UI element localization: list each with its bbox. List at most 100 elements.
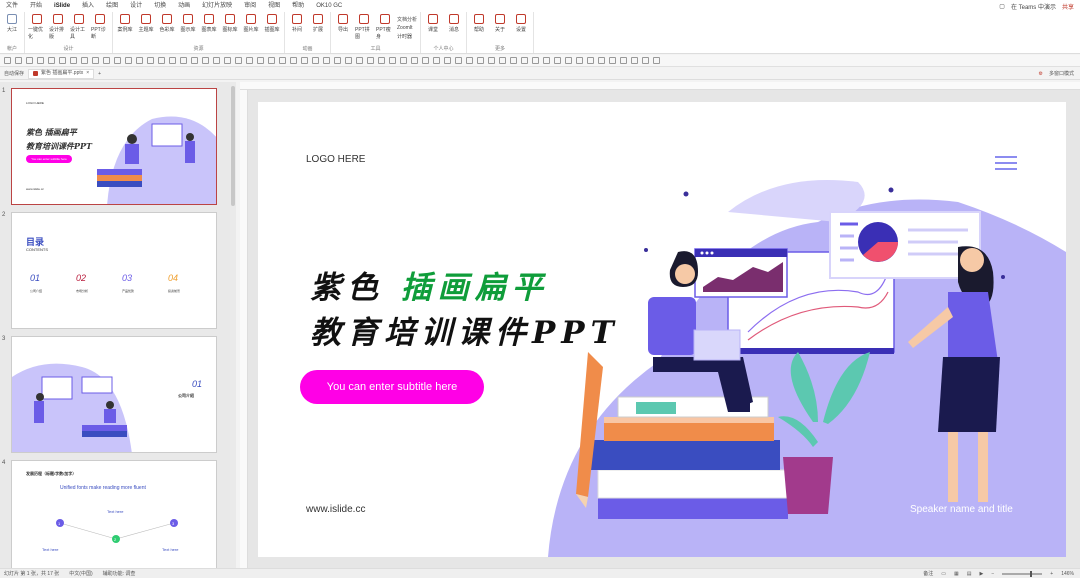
slide-thumbnail-4[interactable]: 发展历程（标题/字数/加字） Unified fonts make readin… [11, 460, 217, 568]
comment-icon[interactable]: ▢ [999, 3, 1005, 10]
teams-button[interactable]: 在 Teams 中演示 [1011, 2, 1056, 11]
slideshow-icon[interactable]: ▶ [980, 571, 984, 577]
menu-tab-0[interactable]: 文件 [0, 0, 24, 12]
slide-thumbnail-2[interactable]: 目录 CONTENTS 01 02 03 04 公司介绍 市场分析 产品优势 投… [11, 212, 217, 329]
ribbon-button[interactable]: 补间 [288, 14, 306, 33]
ribbon-button[interactable]: 图表库 [200, 14, 218, 33]
format-tool-icon[interactable] [565, 57, 572, 64]
sorter-view-icon[interactable]: ▦ [954, 571, 959, 577]
zoom-level[interactable]: 146% [1061, 571, 1074, 577]
format-tool-icon[interactable] [400, 57, 407, 64]
format-tool-icon[interactable] [422, 57, 429, 64]
format-tool-icon[interactable] [26, 57, 33, 64]
menu-tab-6[interactable]: 切换 [148, 0, 172, 12]
settings-icon[interactable]: ⚙ [1039, 71, 1043, 77]
format-tool-icon[interactable] [433, 57, 440, 64]
format-tool-icon[interactable] [136, 57, 143, 64]
menu-tab-4[interactable]: 绘图 [100, 0, 124, 12]
main-slide[interactable]: LOGO HERE 紫色 插画扁平 教育培训课件PPT You can ente… [258, 102, 1066, 557]
normal-view-icon[interactable]: ▭ [941, 571, 946, 577]
autosave-label[interactable]: 自动保存 [4, 70, 24, 77]
ribbon-button[interactable]: 关于 [491, 14, 509, 33]
share-button[interactable]: 共享 [1062, 2, 1074, 11]
format-tool-icon[interactable] [587, 57, 594, 64]
format-tool-icon[interactable] [576, 57, 583, 64]
format-tool-icon[interactable] [345, 57, 352, 64]
format-tool-icon[interactable] [477, 57, 484, 64]
menu-tab-12[interactable]: OK10 GC [310, 0, 348, 12]
ribbon-button[interactable]: 插图库 [263, 14, 281, 33]
format-tool-icon[interactable] [246, 57, 253, 64]
new-tab-icon[interactable]: + [98, 71, 101, 77]
ribbon-button[interactable]: PPT瘦身 [376, 14, 394, 40]
ribbon-button[interactable]: 设计排版 [49, 14, 67, 40]
format-tool-icon[interactable] [609, 57, 616, 64]
ribbon-small-button[interactable]: 计时器 [397, 33, 417, 40]
zoom-slider[interactable] [1002, 570, 1043, 577]
format-tool-icon[interactable] [257, 57, 264, 64]
format-tool-icon[interactable] [521, 57, 528, 64]
document-tab[interactable]: 紫色 插画扁平.pptx × [28, 68, 95, 79]
format-tool-icon[interactable] [620, 57, 627, 64]
format-tool-icon[interactable] [378, 57, 385, 64]
ribbon-button[interactable]: 大江 [3, 14, 21, 33]
zoom-in-icon[interactable]: + [1050, 571, 1053, 577]
menu-tab-11[interactable]: 帮助 [286, 0, 310, 12]
format-tool-icon[interactable] [323, 57, 330, 64]
format-tool-icon[interactable] [169, 57, 176, 64]
format-tool-icon[interactable] [356, 57, 363, 64]
menu-tab-1[interactable]: 开始 [24, 0, 48, 12]
format-tool-icon[interactable] [103, 57, 110, 64]
menu-tab-9[interactable]: 审阅 [238, 0, 262, 12]
ribbon-button[interactable]: 设计工具 [70, 14, 88, 40]
format-tool-icon[interactable] [114, 57, 121, 64]
ribbon-button[interactable]: 导出 [334, 14, 352, 33]
ribbon-button[interactable]: 课堂 [424, 14, 442, 33]
format-tool-icon[interactable] [367, 57, 374, 64]
slide-thumbnail-3[interactable]: 01 公司介绍 [11, 336, 217, 453]
format-tool-icon[interactable] [389, 57, 396, 64]
reading-view-icon[interactable]: ▤ [967, 571, 972, 577]
format-tool-icon[interactable] [268, 57, 275, 64]
accessibility-label[interactable]: 辅助功能: 调查 [103, 570, 136, 577]
ribbon-button[interactable]: 图片库 [242, 14, 260, 33]
format-tool-icon[interactable] [70, 57, 77, 64]
ribbon-button[interactable]: 帮助 [470, 14, 488, 33]
ribbon-button[interactable]: 消息 [445, 14, 463, 33]
format-tool-icon[interactable] [202, 57, 209, 64]
format-tool-icon[interactable] [301, 57, 308, 64]
subtitle-button[interactable]: You can enter subtitle here [300, 370, 484, 404]
ribbon-small-button[interactable]: ZoomIt [397, 25, 417, 31]
menu-tab-3[interactable]: 插入 [76, 0, 100, 12]
format-tool-icon[interactable] [158, 57, 165, 64]
format-tool-icon[interactable] [4, 57, 11, 64]
format-tool-icon[interactable] [510, 57, 517, 64]
ribbon-button[interactable]: PPT诊断 [91, 14, 109, 40]
slide-thumbnail-1[interactable]: LOGO HERE 紫色 插画扁平 教育培训课件PPT You can ente… [11, 88, 217, 205]
format-tool-icon[interactable] [235, 57, 242, 64]
format-tool-icon[interactable] [631, 57, 638, 64]
format-tool-icon[interactable] [92, 57, 99, 64]
format-tool-icon[interactable] [543, 57, 550, 64]
format-tool-icon[interactable] [488, 57, 495, 64]
notes-button[interactable]: 备注 [923, 570, 933, 577]
format-tool-icon[interactable] [411, 57, 418, 64]
menu-tab-5[interactable]: 设计 [124, 0, 148, 12]
format-tool-icon[interactable] [455, 57, 462, 64]
scrollbar-knob[interactable] [231, 86, 235, 206]
ribbon-button[interactable]: 主题库 [137, 14, 155, 33]
format-tool-icon[interactable] [532, 57, 539, 64]
ribbon-button[interactable]: PPT拼图 [355, 14, 373, 40]
ribbon-button[interactable]: 案例库 [116, 14, 134, 33]
format-tool-icon[interactable] [191, 57, 198, 64]
zoom-out-icon[interactable]: − [991, 571, 994, 577]
ribbon-button[interactable]: 图标库 [221, 14, 239, 33]
format-tool-icon[interactable] [653, 57, 660, 64]
format-tool-icon[interactable] [59, 57, 66, 64]
menu-tab-7[interactable]: 动画 [172, 0, 196, 12]
format-tool-icon[interactable] [499, 57, 506, 64]
format-tool-icon[interactable] [81, 57, 88, 64]
ribbon-button[interactable]: 图示库 [179, 14, 197, 33]
format-tool-icon[interactable] [554, 57, 561, 64]
format-tool-icon[interactable] [444, 57, 451, 64]
